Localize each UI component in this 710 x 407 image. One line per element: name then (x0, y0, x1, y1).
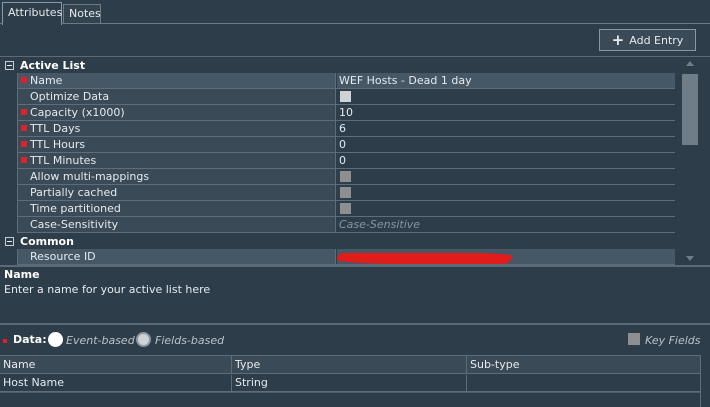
add-entry-label: Add Entry (629, 33, 684, 47)
divider (0, 323, 710, 325)
table-side-panel (700, 355, 710, 407)
tab-notes[interactable]: Notes (63, 4, 101, 24)
required-marker-icon (21, 77, 27, 83)
property-name: Case-Sensitivity (30, 218, 119, 231)
property-row-capacity[interactable]: Capacity (x1000) 10 (17, 105, 675, 121)
divider (0, 265, 710, 267)
property-row-optimize-data[interactable]: Optimize Data (17, 89, 675, 105)
cell-name: Host Name (0, 375, 232, 391)
property-row-allow-multi-mappings[interactable]: Allow multi-mappings (17, 169, 675, 185)
ttl-minutes-value-field[interactable]: 0 (337, 153, 675, 168)
allow-multi-mappings-checkbox[interactable] (340, 171, 351, 182)
group-label: Common (20, 234, 74, 248)
group-common[interactable]: Common (0, 233, 678, 249)
property-name: TTL Hours (30, 138, 86, 151)
table-header: Name Type Sub-type (0, 355, 700, 374)
vertical-scrollbar[interactable] (680, 57, 700, 265)
required-marker-icon (21, 109, 27, 115)
time-partitioned-checkbox[interactable] (340, 203, 351, 214)
property-name: TTL Days (30, 122, 81, 135)
key-fields-label[interactable]: Key Fields (645, 334, 701, 347)
description-title: Name (4, 268, 40, 281)
required-marker-icon (3, 339, 7, 343)
event-based-radio[interactable] (48, 332, 63, 347)
collapse-icon[interactable] (5, 236, 14, 246)
property-name: Allow multi-mappings (30, 170, 150, 183)
required-marker-icon (21, 141, 27, 147)
property-row-ttl-hours[interactable]: TTL Hours 0 (17, 137, 675, 153)
required-marker-icon (21, 125, 27, 131)
capacity-value-field[interactable]: 10 (337, 105, 675, 120)
required-marker-icon (21, 157, 27, 163)
property-row-name[interactable]: Name WEF Hosts - Dead 1 day (17, 73, 675, 89)
fields-based-label[interactable]: Fields-based (155, 334, 224, 347)
horizontal-scrollbar[interactable] (0, 392, 700, 406)
ttl-hours-value-field[interactable]: 0 (337, 137, 675, 152)
property-row-ttl-days[interactable]: TTL Days 6 (17, 121, 675, 137)
scroll-thumb[interactable] (682, 74, 698, 145)
name-value-field[interactable]: WEF Hosts - Dead 1 day (337, 73, 675, 88)
description-text: Enter a name for your active list here (4, 283, 211, 296)
property-row-partially-cached[interactable]: Partially cached (17, 185, 675, 201)
ttl-days-value-field[interactable]: 6 (337, 121, 675, 136)
property-row-time-partitioned[interactable]: Time partitioned (17, 201, 675, 217)
tab-bar: Attributes Notes (0, 0, 710, 25)
cell-type: String (232, 375, 467, 391)
property-row-case-sensitivity[interactable]: Case-Sensitivity Case-Sensitive (17, 217, 675, 233)
plus-icon: + (611, 31, 625, 49)
table-row[interactable]: Host Name String (0, 375, 700, 392)
property-name: Resource ID (30, 250, 96, 263)
group-active-list[interactable]: Active List (0, 57, 678, 73)
property-name: Optimize Data (30, 90, 110, 103)
tab-divider (0, 23, 710, 24)
column-header-name[interactable]: Name (0, 356, 232, 373)
property-row-ttl-minutes[interactable]: TTL Minutes 0 (17, 153, 675, 169)
column-header-type[interactable]: Type (232, 356, 467, 373)
scroll-up-icon[interactable] (686, 61, 694, 66)
redaction-mark (336, 253, 513, 264)
property-name: Capacity (x1000) (30, 106, 125, 119)
add-entry-button[interactable]: + Add Entry (599, 29, 696, 51)
cell-sub-type (467, 375, 700, 391)
partially-cached-checkbox[interactable] (340, 187, 351, 198)
property-grid: Active List Name WEF Hosts - Dead 1 day … (0, 57, 678, 265)
property-name: Partially cached (30, 186, 118, 199)
data-label: Data: (13, 333, 47, 346)
tab-attributes[interactable]: Attributes (2, 2, 62, 25)
scroll-down-icon[interactable] (686, 256, 694, 261)
group-label: Active List (20, 58, 86, 72)
property-name: Time partitioned (30, 202, 121, 215)
case-sensitivity-value-field[interactable]: Case-Sensitive (337, 217, 675, 232)
property-name: Name (30, 74, 63, 87)
fields-based-radio[interactable] (136, 332, 151, 347)
event-based-label[interactable]: Event-based (66, 334, 135, 347)
column-header-sub-type[interactable]: Sub-type (467, 356, 700, 373)
property-name: TTL Minutes (30, 154, 97, 167)
key-fields-checkbox[interactable] (628, 333, 640, 345)
collapse-icon[interactable] (5, 60, 14, 70)
optimize-data-checkbox[interactable] (340, 91, 351, 102)
data-section: Data: Event-based Fields-based Key Field… (0, 330, 710, 350)
